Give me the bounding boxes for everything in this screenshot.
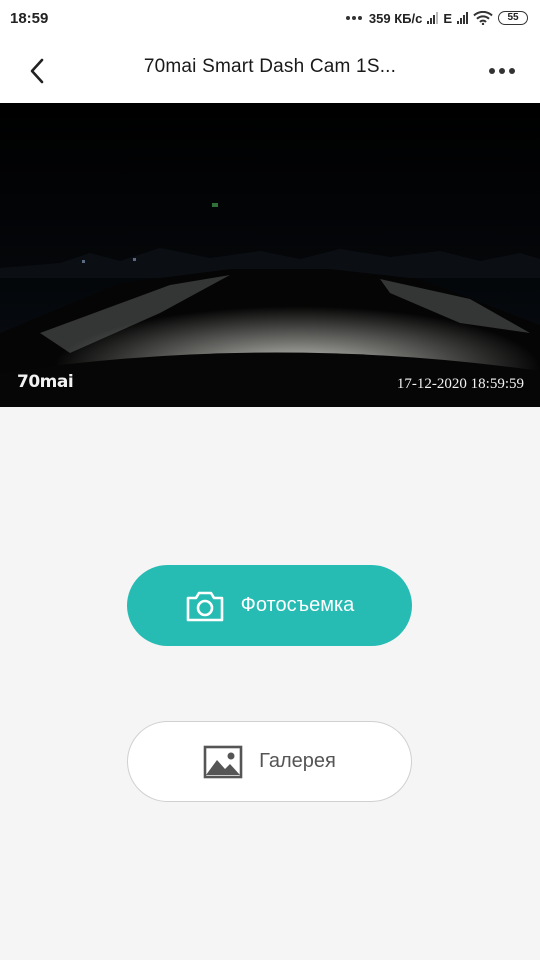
gallery-label: Галерея [259,750,336,772]
take-photo-label: Фотосъемка [240,594,355,616]
status-indicators: 359 КБ/с E 55 [345,10,528,26]
take-photo-button[interactable]: Фотосъемка [127,565,412,646]
status-time: 18:59 [10,9,49,27]
back-button[interactable] [20,54,54,88]
gallery-icon [203,745,243,778]
preview-image [0,103,540,407]
signal-icon [427,12,439,24]
camera-icon [186,591,223,621]
battery-icon: 55 [498,11,528,25]
status-bar: 18:59 359 КБ/с E 55 [0,0,540,36]
more-icon [489,68,495,74]
network-type: E [443,10,452,26]
wifi-icon [473,11,493,25]
camera-preview[interactable] [0,103,540,407]
camera-timestamp: 17-12-2020 18:59:59 [396,376,524,392]
camera-logo: 70mai [17,372,74,392]
gallery-button[interactable]: Галерея [127,721,412,802]
notification-dots-icon [345,16,362,20]
header: 70mai Smart Dash Cam 1S... [0,36,540,103]
page-title: 70mai Smart Dash Cam 1S... [143,56,397,77]
more-button[interactable] [484,54,520,88]
network-speed: 359 КБ/с [368,10,423,26]
back-icon [30,58,44,84]
signal-icon-2 [457,12,468,24]
